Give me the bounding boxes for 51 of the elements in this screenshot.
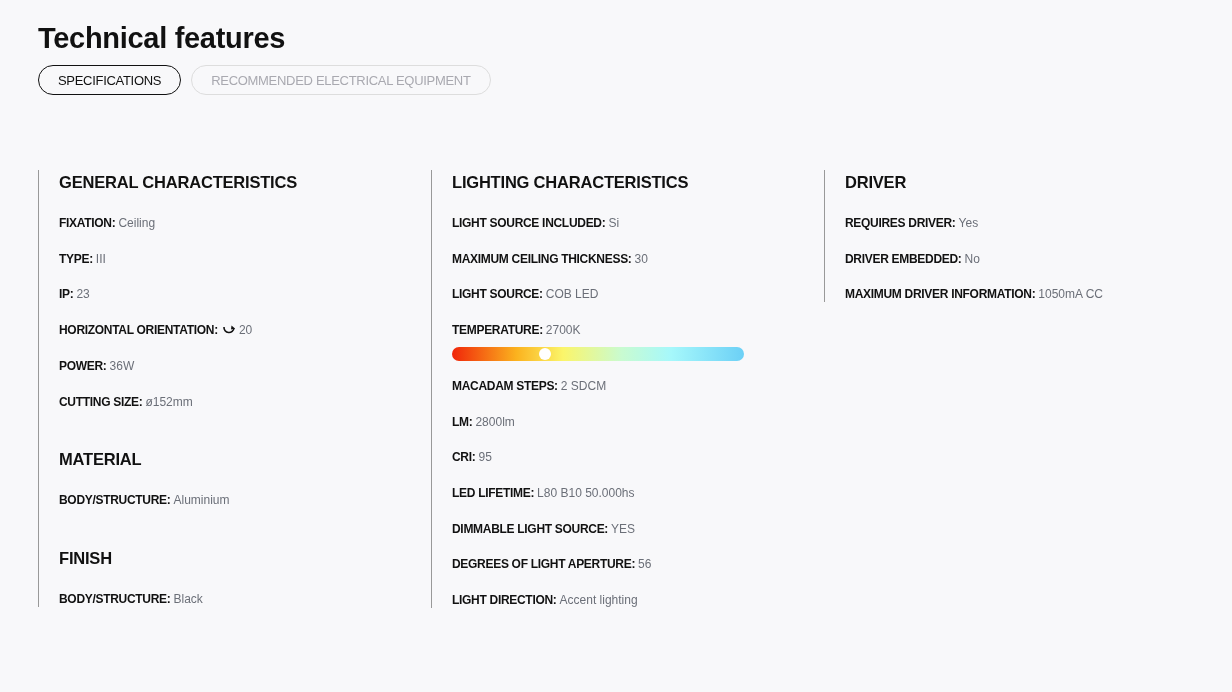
spec-value: 2 SDCM <box>560 378 607 394</box>
spec-label: BODY/STRUCTURE: <box>59 493 171 508</box>
spec-value: L80 B10 50.000hs <box>537 485 635 501</box>
spec-label: MAXIMUM CEILING THICKNESS: <box>452 251 632 267</box>
spec-value: ø152mm <box>145 394 193 410</box>
spec-value: 30 <box>634 251 648 267</box>
spec-label: DRIVER EMBEDDED: <box>845 251 962 267</box>
spec-value: 56 <box>638 557 652 573</box>
spec-value: 2700K <box>545 323 581 338</box>
spec-label: LED LIFETIME: <box>452 485 535 501</box>
spec-value: Aluminium <box>173 493 230 508</box>
rotation-icon <box>221 325 236 336</box>
spec-value: No <box>964 251 980 267</box>
spec-value: 20 <box>238 323 253 338</box>
spec-label: LM: <box>452 414 473 430</box>
spec-value: 95 <box>478 450 492 465</box>
spec-value: 2800lm <box>475 414 515 430</box>
spec-label: MAXIMUM DRIVER INFORMATION: <box>845 287 1036 303</box>
spec-label: CRI: <box>452 450 476 465</box>
section-heading: DRIVER <box>845 172 908 193</box>
spec-value: COB LED <box>545 287 599 303</box>
spec-label: DEGREES OF LIGHT APERTURE: <box>452 557 636 573</box>
spec-value: Si <box>608 216 620 231</box>
section-heading: LIGHTING CHARACTERISTICS <box>452 172 690 193</box>
spec-label: TEMPERATURE: <box>452 323 543 338</box>
spec-label: LIGHT SOURCE INCLUDED: <box>452 216 606 231</box>
spec-value: Yes <box>958 216 979 231</box>
spec-label: HORIZONTAL ORIENTATION: <box>59 323 218 338</box>
spec-label: LIGHT DIRECTION: <box>452 593 557 608</box>
section-heading: FINISH <box>59 547 113 569</box>
spec-value: Ceiling <box>118 216 156 231</box>
spec-label: DIMMABLE LIGHT SOURCE: <box>452 521 609 537</box>
spec-value: 36W <box>109 358 135 374</box>
spec-value: 1050mA CC <box>1038 287 1104 303</box>
spec-value: YES <box>611 521 636 537</box>
spec-label: POWER: <box>59 358 107 374</box>
spec-value: Black <box>173 591 203 607</box>
spec-label: TYPE: <box>59 251 93 267</box>
section-heading: MATERIAL <box>59 449 143 471</box>
spec-label: IP: <box>59 287 74 303</box>
spec-value: 23 <box>76 287 90 303</box>
spec-label: REQUIRES DRIVER: <box>845 216 956 231</box>
spec-label: MACADAM STEPS: <box>452 378 558 394</box>
spec-label: LIGHT SOURCE: <box>452 287 543 303</box>
spec-label: CUTTING SIZE: <box>59 394 143 410</box>
spec-label: BODY/STRUCTURE: <box>59 591 171 607</box>
spec-value: Accent lighting <box>559 593 638 608</box>
page-title: Technical features <box>38 21 287 56</box>
spec-label: FIXATION: <box>59 216 116 231</box>
section-heading: GENERAL CHARACTERISTICS <box>59 172 299 193</box>
spec-value: III <box>95 251 106 267</box>
